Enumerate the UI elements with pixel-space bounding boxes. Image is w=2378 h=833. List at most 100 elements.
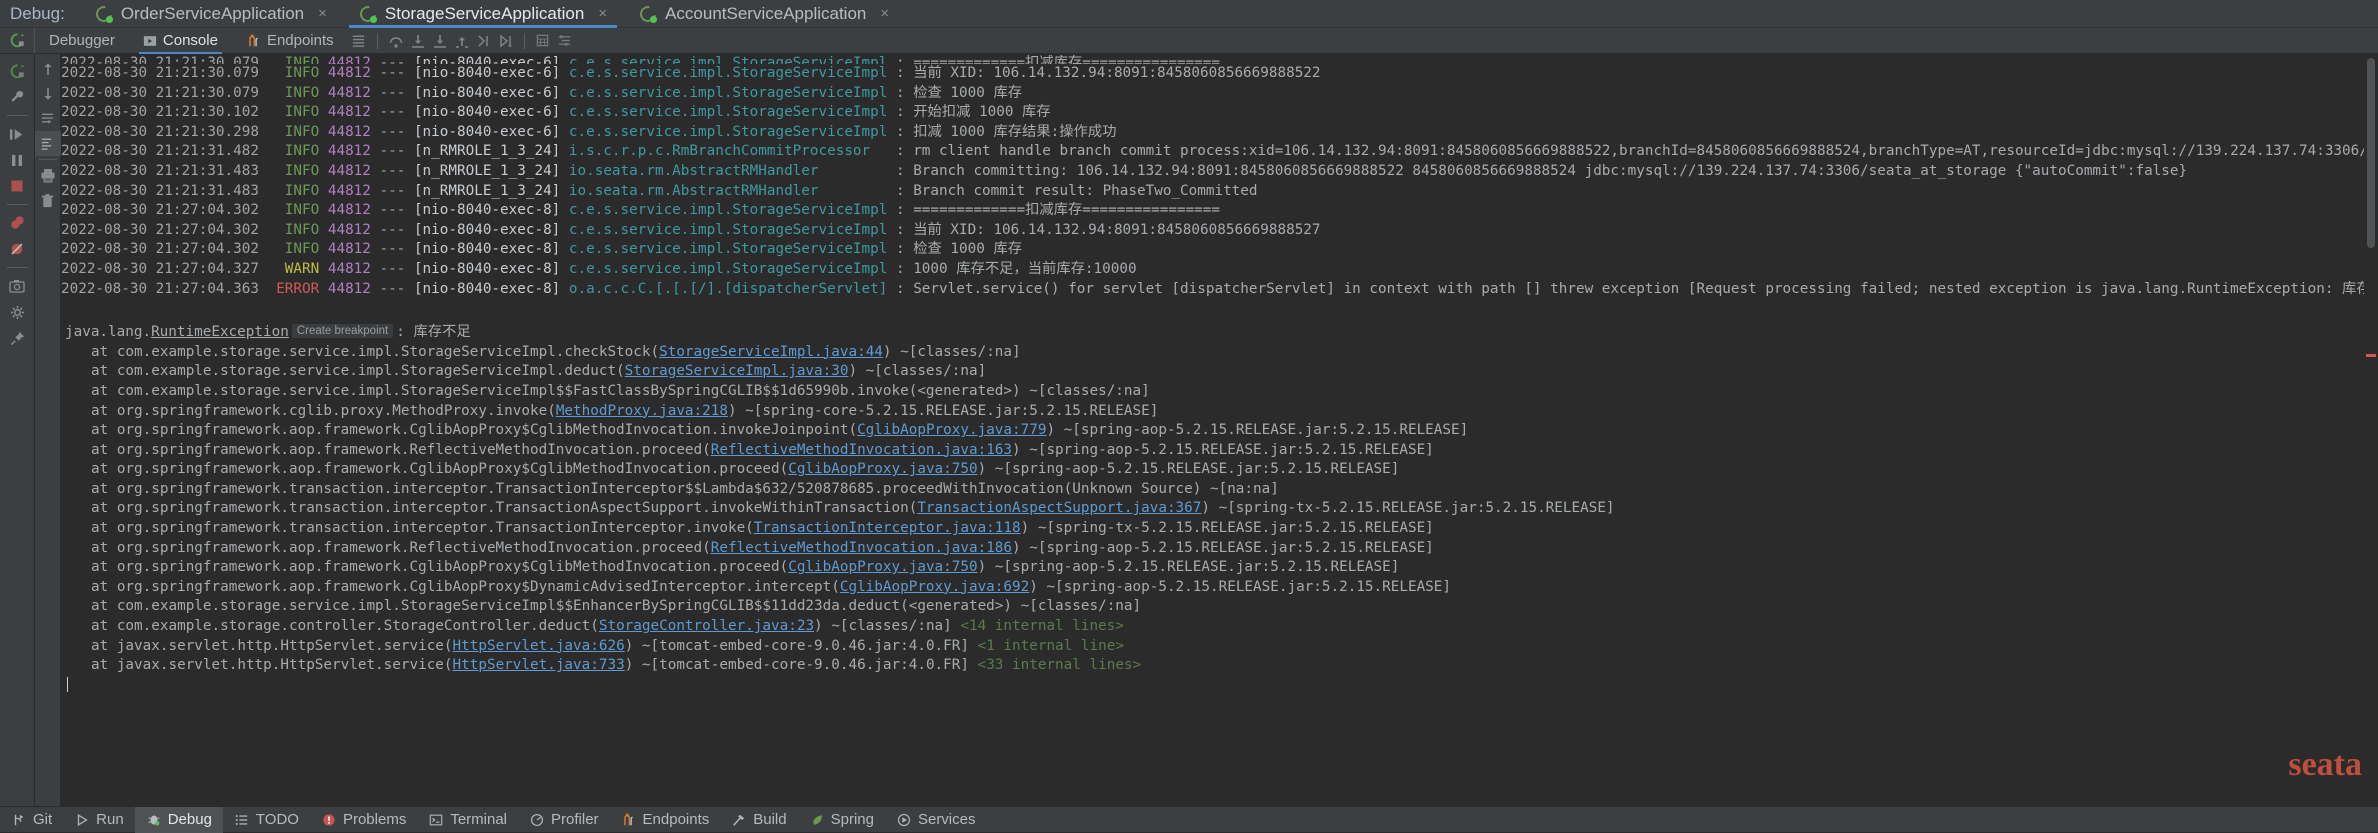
status-bar-item-todo[interactable]: TODO [223,807,310,833]
rerun-button[interactable] [0,27,35,54]
stack-frame[interactable]: at org.springframework.cglib.proxy.Metho… [61,402,2364,422]
stack-frame-tail: ) ~[classes/:na] [882,343,1021,360]
log-pid: 44812 [327,104,371,121]
status-bar-item-run[interactable]: Run [63,807,135,833]
stack-frame[interactable]: +at javax.servlet.http.HttpServlet.servi… [61,656,2364,676]
stack-frame-link[interactable]: MethodProxy.java:218 [556,403,728,419]
stack-frame[interactable]: at org.springframework.aop.framework.Ref… [61,539,2364,559]
layout-lines-icon[interactable] [348,28,370,54]
stack-frame[interactable]: at com.example.storage.service.impl.Stor… [61,382,2364,402]
run-tab-storageserviceapplication[interactable]: StorageServiceApplication × [343,0,623,28]
stack-frame-link[interactable]: HttpServlet.java:733 [453,657,625,673]
stack-frame-link[interactable]: ReflectiveMethodInvocation.java:186 [711,540,1012,556]
log-logger: c.e.s.service.impl.StorageServiceImpl [568,241,896,258]
print-button[interactable] [35,163,61,188]
force-step-into-icon[interactable] [429,28,451,54]
scroll-up-icon [43,62,52,75]
stack-frame-link[interactable]: ReflectiveMethodInvocation.java:163 [711,442,1012,458]
internal-lines-note[interactable]: <33 internal lines> [978,657,1142,673]
stack-frame-link[interactable]: CglibAopProxy.java:779 [857,422,1046,438]
internal-lines-note[interactable]: <14 internal lines> [960,618,1124,634]
stack-frame[interactable]: at org.springframework.aop.framework.Cgl… [61,558,2364,578]
run-tab-orderserviceapplication[interactable]: OrderServiceApplication × [79,0,343,28]
stack-frame[interactable]: at com.example.storage.service.impl.Stor… [61,597,2364,617]
stack-frame-link[interactable]: CglibAopProxy.java:750 [788,559,977,575]
create-breakpoint-hint[interactable]: Create breakpoint [291,324,394,339]
step-into-icon[interactable] [407,28,429,54]
print-stream-button[interactable] [34,131,61,156]
close-icon[interactable]: × [598,6,607,21]
error-stripe-marker[interactable] [2366,354,2376,357]
status-bar-item-terminal[interactable]: Terminal [417,807,518,833]
tab-label: Console [162,32,218,49]
status-bar-item-git[interactable]: Git [0,807,63,833]
close-icon[interactable]: × [880,6,889,21]
stack-frame[interactable]: at org.springframework.transaction.inter… [61,519,2364,539]
status-bar-item-endpoints[interactable]: Endpoints [610,807,721,833]
stack-frame[interactable]: at org.springframework.transaction.inter… [61,480,2364,500]
run-tab-accountserviceapplication[interactable]: AccountServiceApplication × [623,0,905,28]
log-line: 2022-08-30 21:21:31.483 INFO 44812 --- [… [61,162,2188,179]
rerun-button-left[interactable] [0,58,35,84]
stack-frame-link[interactable]: StorageServiceImpl.java:44 [659,344,883,360]
scrollbar-thumb[interactable] [2367,58,2375,248]
view-breakpoints-button[interactable] [0,210,35,236]
stack-frame[interactable]: at org.springframework.aop.framework.Cgl… [61,578,2364,598]
soft-wrap-button[interactable] [35,106,61,131]
trash-button[interactable] [35,188,61,213]
step-out-icon[interactable] [451,28,473,54]
edit-configuration-button[interactable] [0,84,35,110]
stack-frame[interactable]: at org.springframework.aop.framework.Cgl… [61,460,2364,480]
stack-frame-link[interactable]: StorageController.java:23 [599,618,814,634]
stack-frame[interactable]: at org.springframework.aop.framework.Ref… [61,441,2364,461]
stack-frame-tail: ) ~[spring-aop-5.2.15.RELEASE.jar:5.2.15… [977,559,1400,576]
console-output[interactable]: 2022-08-30 21:21:30.079 INFO 44812 --- [… [61,54,2364,806]
run-to-cursor-icon[interactable] [495,28,517,54]
log-level: INFO [276,162,320,179]
stack-frame[interactable]: at com.example.storage.service.impl.Stor… [61,343,2364,363]
console-scrollbar[interactable] [2364,54,2378,806]
spring-boot-icon [636,2,660,25]
stack-frame[interactable]: at com.example.storage.service.impl.Stor… [61,362,2364,382]
stack-frame[interactable]: at org.springframework.aop.framework.Cgl… [61,421,2364,441]
status-bar-item-build[interactable]: Build [720,807,797,833]
resume-program-button[interactable] [0,121,35,147]
stack-frame-link[interactable]: TransactionAspectSupport.java:367 [917,500,1201,516]
log-logger: io.seata.rm.AbstractRMHandler [568,182,896,199]
status-bar-item-spring[interactable]: Spring [798,807,885,833]
stack-frame-link[interactable]: HttpServlet.java:626 [453,638,625,654]
stop-button[interactable] [0,173,35,199]
scroll-up-button[interactable] [35,56,61,81]
step-over-icon[interactable] [385,28,407,54]
stack-frame[interactable]: +at javax.servlet.http.HttpServlet.servi… [61,637,2364,657]
drop-frame-icon[interactable] [473,28,495,54]
debug-bug-icon [146,812,162,828]
status-bar-item-problems[interactable]: Problems [310,807,417,833]
close-icon[interactable]: × [318,6,327,21]
camera-button[interactable] [0,273,35,299]
scroll-down-button[interactable] [35,81,61,106]
exception-class[interactable]: RuntimeException [151,324,289,340]
internal-lines-note[interactable]: <1 internal line> [978,638,1124,654]
status-bar-item-services[interactable]: Services [885,807,987,833]
evaluate-expression-icon[interactable] [532,28,554,54]
pin-button[interactable] [0,325,35,351]
status-bar-item-debug[interactable]: Debug [134,806,223,833]
console-caret-line[interactable] [61,676,2364,696]
tab-console[interactable]: Console [129,28,232,54]
settings-button[interactable] [0,299,35,325]
rerun-icon [10,63,24,78]
tab-debugger[interactable]: Debugger [35,28,129,54]
mute-breakpoints-button[interactable] [0,236,35,262]
tab-endpoints[interactable]: Endpoints [232,28,348,54]
settings-lines-icon[interactable] [554,28,576,54]
stack-frame[interactable]: at org.springframework.transaction.inter… [61,499,2364,519]
stack-frame-link[interactable]: StorageServiceImpl.java:30 [625,363,849,379]
stack-frame-link[interactable]: CglibAopProxy.java:692 [840,579,1029,595]
pause-program-button[interactable] [0,147,35,173]
stack-frame-link[interactable]: CglibAopProxy.java:750 [788,461,977,477]
stack-frame-link[interactable]: TransactionInterceptor.java:118 [754,520,1021,536]
build-hammer-icon [731,812,747,828]
status-bar-item-profiler[interactable]: Profiler [518,807,610,833]
stack-frame[interactable]: +at com.example.storage.controller.Stora… [61,617,2364,637]
